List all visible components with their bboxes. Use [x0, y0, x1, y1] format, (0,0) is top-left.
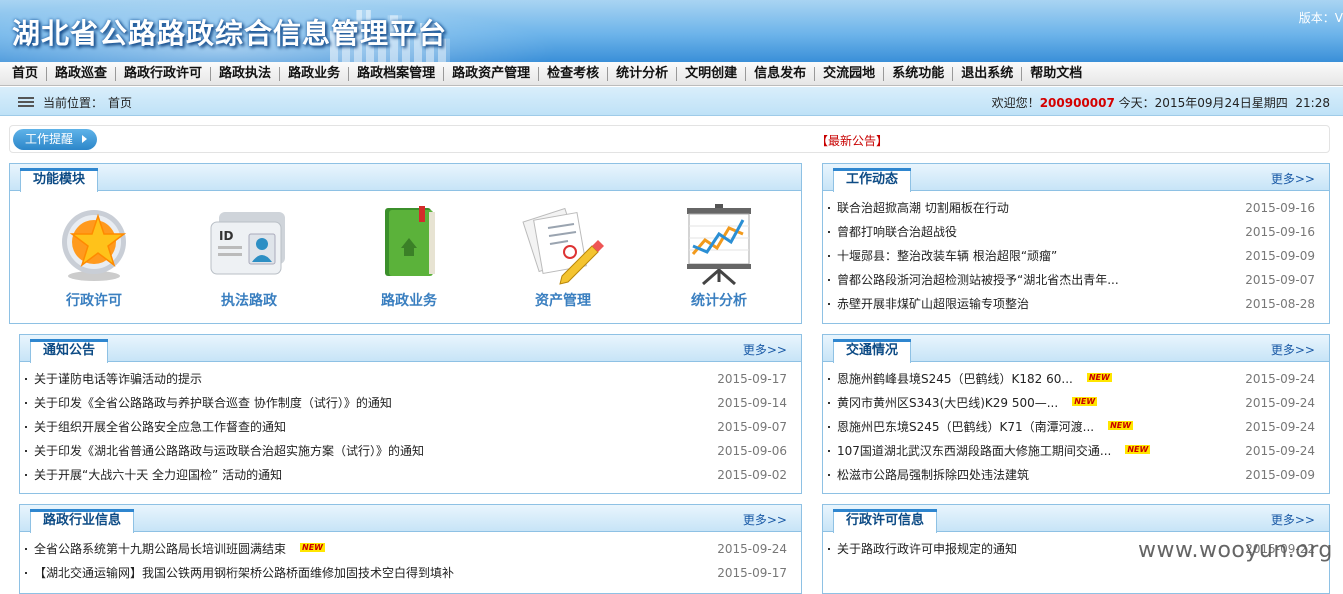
module-statistics[interactable]: 统计分析: [664, 204, 774, 309]
list-item[interactable]: 关于组织开展全省公路安全应急工作督查的通知 2015-09-07: [20, 415, 801, 439]
module-label: 统计分析: [691, 293, 747, 309]
list-item[interactable]: 曾都打响联合治超战役 2015-09-16: [823, 220, 1329, 244]
chart-board-icon: [687, 204, 751, 286]
panel-header: 交通情况 更多>>: [823, 335, 1329, 363]
list-item[interactable]: 107国道湖北武汉东西湖段路面大修施工期间交通... NEW 2015-09-24: [823, 439, 1329, 463]
location-label: 当前位置：: [43, 96, 104, 110]
panel-title: 工作动态: [833, 168, 912, 192]
nav-home[interactable]: 首页: [4, 66, 48, 81]
new-badge: NEW: [1086, 373, 1112, 382]
current-time: 21:28: [1295, 96, 1330, 110]
list-item[interactable]: 关于开展“大战六十天 全力迎国检” 活动的通知 2015-09-02: [20, 463, 801, 487]
green-book-icon: [385, 206, 435, 276]
module-label: 执法路政: [221, 293, 277, 309]
more-link[interactable]: 更多>>: [743, 511, 787, 528]
new-badge: NEW: [1072, 397, 1098, 406]
list-item[interactable]: 曾都公路段浙河治超检测站被授予“湖北省杰出青年... 2015-09-07: [823, 268, 1329, 292]
nav-patrol[interactable]: 路政巡查: [47, 66, 117, 81]
nav-statistics[interactable]: 统计分析: [608, 66, 678, 81]
welcome-text: 欢迎您！200900007 今天：2015年09月24日星期四 21:28: [992, 94, 1330, 111]
list-item[interactable]: 恩施州巴东境S245（巴鹤线）K71（南潭河渡... NEW 2015-09-24: [823, 415, 1329, 439]
list-item[interactable]: 全省公路系统第十九期公路局长培训班圆满结束 NEW 2015-09-24: [20, 537, 801, 561]
module-label: 资产管理: [535, 293, 591, 309]
work-reminder-button[interactable]: 工作提醒: [13, 129, 97, 150]
list-item[interactable]: 联合治超掀高潮 切割厢板在行动 2015-09-16: [823, 196, 1329, 220]
notice-panel: 通知公告 更多>> 关于谨防电话等诈骗活动的提示 2015-09-17 关于印发《全…: [19, 334, 802, 494]
location-value: 首页: [108, 96, 133, 110]
nav-archives[interactable]: 路政档案管理: [349, 66, 445, 81]
play-arrow-icon: [82, 135, 87, 143]
notice-list: 关于谨防电话等诈骗活动的提示 2015-09-17 关于印发《全省公路路政与养护联…: [20, 367, 801, 487]
list-item[interactable]: 恩施州鹤峰县境S245（巴鹤线）K182 60... NEW 2015-09-24: [823, 367, 1329, 391]
list-item[interactable]: 赤壁开展非煤矿山超限运输专项整治 2015-08-28: [823, 292, 1329, 316]
more-link[interactable]: 更多>>: [1271, 511, 1315, 528]
nav-publish[interactable]: 信息发布: [746, 66, 816, 81]
panel-header: 通知公告 更多>>: [20, 335, 801, 363]
panel-header: 行政许可信息 更多>>: [823, 505, 1329, 533]
work-dynamics-panel: 工作动态 更多>> 联合治超掀高潮 切割厢板在行动 2015-09-16 曾都打响联…: [822, 163, 1330, 324]
nav-logout[interactable]: 退出系统: [953, 66, 1023, 81]
today-date: 今天：2015年09月24日星期四: [1118, 96, 1288, 110]
nav-enforcement[interactable]: 路政执法: [211, 66, 281, 81]
module-label: 路政业务: [381, 293, 437, 309]
latest-notice-link[interactable]: 【最新公告】: [816, 132, 888, 149]
welcome-prefix: 欢迎您！: [991, 96, 1040, 110]
nav-permit[interactable]: 路政行政许可: [116, 66, 212, 81]
function-modules-panel: 功能模块 行政许可 ID 执法路政 路政业务 资产管理 统计分析: [9, 163, 802, 324]
module-road-business[interactable]: 路政业务: [354, 204, 464, 309]
menu-lines-icon: [18, 97, 34, 107]
more-link[interactable]: 更多>>: [1271, 341, 1315, 358]
more-link[interactable]: 更多>>: [743, 341, 787, 358]
panel-title: 通知公告: [30, 339, 109, 363]
nav-system[interactable]: 系统功能: [884, 66, 954, 81]
nav-business[interactable]: 路政业务: [280, 66, 350, 81]
location-bar: 当前位置： 首页 欢迎您！200900007 今天：2015年09月24日星期四…: [0, 87, 1343, 116]
traffic-panel: 交通情况 更多>> 恩施州鹤峰县境S245（巴鹤线）K182 60... NEW 20…: [822, 334, 1330, 494]
panel-title: 功能模块: [20, 168, 99, 192]
svg-text:ID: ID: [219, 229, 233, 243]
list-item[interactable]: 关于印发《湖北省普通公路路政与运政联合治超实施方案（试行）》的通知 2015-09…: [20, 439, 801, 463]
banner: 湖北省公路路政综合信息管理平台 版本：V: [0, 0, 1343, 62]
nav-help[interactable]: 帮助文档: [1022, 66, 1090, 81]
industry-info-panel: 路政行业信息 更多>> 全省公路系统第十九期公路局长培训班圆满结束 NEW 2015-…: [19, 504, 802, 594]
new-badge: NEW: [1108, 421, 1134, 430]
panel-title: 交通情况: [833, 339, 912, 363]
watermark: www.wooyun.org: [1138, 538, 1333, 563]
module-label: 行政许可: [66, 293, 122, 309]
module-admin-permit[interactable]: 行政许可: [39, 204, 149, 309]
news-list: 联合治超掀高潮 切割厢板在行动 2015-09-16 曾都打响联合治超战役 2015…: [823, 196, 1329, 316]
list-item[interactable]: 关于谨防电话等诈骗活动的提示 2015-09-17: [20, 367, 801, 391]
panel-title: 路政行业信息: [30, 509, 135, 533]
new-badge: NEW: [1125, 445, 1151, 454]
industry-list: 全省公路系统第十九期公路局长培训班圆满结束 NEW 2015-09-24 【湖北交通…: [20, 537, 801, 585]
more-link[interactable]: 更多>>: [1271, 170, 1315, 187]
user-id: 200900007: [1039, 96, 1115, 110]
module-law-enforcement[interactable]: ID 执法路政: [194, 204, 304, 309]
star-badge-icon: [62, 210, 127, 281]
nav-assessment[interactable]: 检查考核: [539, 66, 609, 81]
panel-header: 功能模块: [10, 164, 801, 192]
list-item[interactable]: 黄冈市黄州区S343(大巴线)K29 500—... NEW 2015-09-24: [823, 391, 1329, 415]
list-item[interactable]: 关于印发《全省公路路政与养护联合巡查 协作制度（试行）》的通知 2015-09-1…: [20, 391, 801, 415]
nav-forum[interactable]: 交流园地: [815, 66, 885, 81]
document-pen-icon: [522, 207, 604, 285]
module-asset-management[interactable]: 资产管理: [508, 204, 618, 309]
list-item[interactable]: 【湖北交通运输网】我国公铁两用钢桁架桥公路桥面维修加固技术空白得到填补 2015-…: [20, 561, 801, 585]
reminder-bar: 工作提醒 【最新公告】: [9, 125, 1330, 153]
main-nav: 首页 路政巡查 路政行政许可 路政执法 路政业务 路政档案管理 路政资产管理 检…: [0, 62, 1343, 86]
work-reminder-label: 工作提醒: [25, 132, 74, 146]
version-label: 版本：V: [1298, 11, 1343, 25]
list-item[interactable]: 十堰郧县：整治改装车辆 根治超限“顽瘤” 2015-09-09: [823, 244, 1329, 268]
list-item[interactable]: 松滋市公路局强制拆除四处违法建筑 2015-09-09: [823, 463, 1329, 487]
new-badge: NEW: [300, 543, 325, 552]
nav-civilization[interactable]: 文明创建: [677, 66, 747, 81]
panel-header: 工作动态 更多>>: [823, 164, 1329, 192]
panel-title: 行政许可信息: [833, 509, 938, 533]
id-card-icon: ID: [210, 212, 285, 275]
site-title: 湖北省公路路政综合信息管理平台: [12, 17, 448, 50]
nav-assets[interactable]: 路政资产管理: [444, 66, 540, 81]
traffic-list: 恩施州鹤峰县境S245（巴鹤线）K182 60... NEW 2015-09-24 …: [823, 367, 1329, 487]
panel-header: 路政行业信息 更多>>: [20, 505, 801, 533]
